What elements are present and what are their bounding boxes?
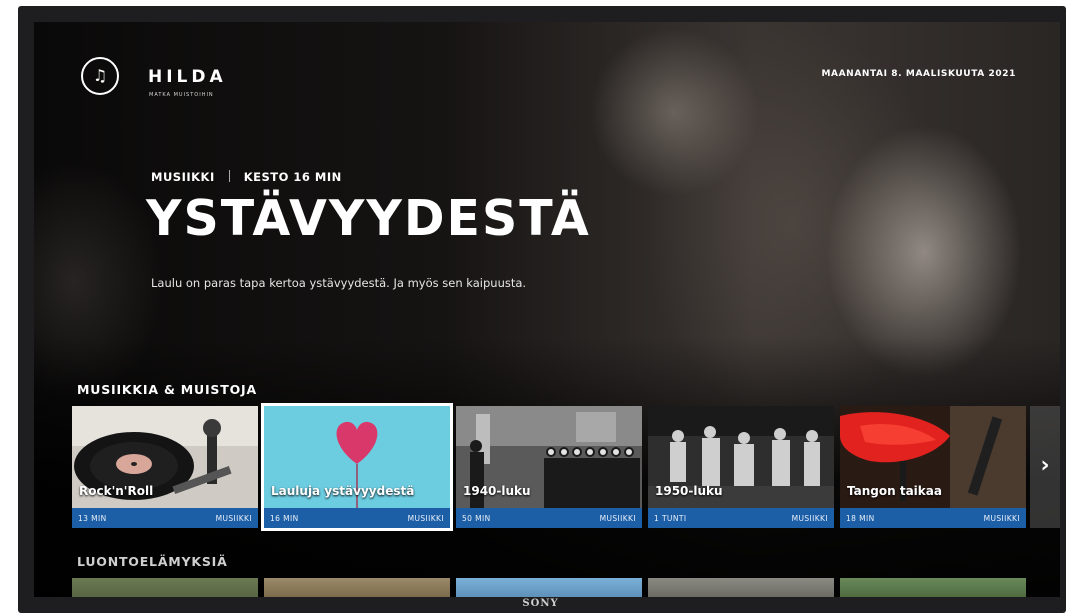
row-title-nature: LUONTOELÄMYKSIÄ [77,554,228,569]
content-card-1940-luku[interactable]: 1940-luku 50 MIN MUSIIKKI [456,406,642,528]
brand-tagline: MATKA MUISTOIHIN [149,92,214,98]
card-title: 1940-luku [463,484,531,498]
card-info-bar: 13 MIN MUSIIKKI [72,508,258,528]
content-card-1950-luku[interactable]: 1950-luku 1 TUNTI MUSIIKKI [648,406,834,528]
card-duration: 13 MIN [78,514,107,523]
hero-duration: KESTO 16 MIN [243,170,342,184]
card-category: MUSIIKKI [791,514,828,523]
hero-meta: MUSIIKKI KESTO 16 MIN [151,170,342,184]
nature-card-thumbnail[interactable] [456,578,642,597]
hero-title: YSTÄVYYDESTÄ [146,190,591,247]
tv-screen: ♫ HILDA MATKA MUISTOIHIN MAANANTAI 8. MA… [34,22,1060,597]
meta-separator [228,170,230,182]
nature-card-thumbnail[interactable] [72,578,258,597]
hero-category: MUSIIKKI [151,170,215,184]
card-title: Rock'n'Roll [79,484,154,498]
content-card-rock-n-roll[interactable]: Rock'n'Roll 13 MIN MUSIIKKI [72,406,258,528]
card-category: MUSIIKKI [983,514,1020,523]
card-info-bar: 1 TUNTI MUSIIKKI [648,508,834,528]
card-duration: 1 TUNTI [654,514,687,523]
row-title-music: MUSIIKKIA & MUISTOJA [77,382,257,397]
content-card-tangon-taikaa[interactable]: Tangon taikaa 18 MIN MUSIIKKI [840,406,1026,528]
card-category: MUSIIKKI [599,514,636,523]
card-title: Tangon taikaa [847,484,942,498]
card-duration: 16 MIN [270,514,299,523]
card-title: 1950-luku [655,484,723,498]
card-category: MUSIIKKI [407,514,444,523]
card-info-bar: 18 MIN MUSIIKKI [840,508,1026,528]
chevron-right-icon[interactable]: › [1030,406,1060,528]
card-duration: 18 MIN [846,514,875,523]
card-info-bar: 16 MIN MUSIIKKI [264,508,450,528]
card-title: Lauluja ystävyydestä [271,484,415,498]
music-note-icon: ♫ [81,57,119,95]
card-category: MUSIIKKI [215,514,252,523]
nature-card-thumbnail[interactable] [648,578,834,597]
current-date: MAANANTAI 8. MAALISKUUTA 2021 [821,69,1016,79]
content-card-lauluja-ystavyydesta[interactable]: Lauluja ystävyydestä 16 MIN MUSIIKKI [261,403,453,531]
card-duration: 50 MIN [462,514,491,523]
tv-brand-logo: SONY [522,598,559,609]
card-info-bar: 50 MIN MUSIIKKI [456,508,642,528]
brand-name: HILDA [148,67,227,87]
nature-card-thumbnail[interactable] [840,578,1026,597]
hero-description: Laulu on paras tapa kertoa ystävyydestä.… [151,276,527,290]
nature-card-thumbnail[interactable] [264,578,450,597]
